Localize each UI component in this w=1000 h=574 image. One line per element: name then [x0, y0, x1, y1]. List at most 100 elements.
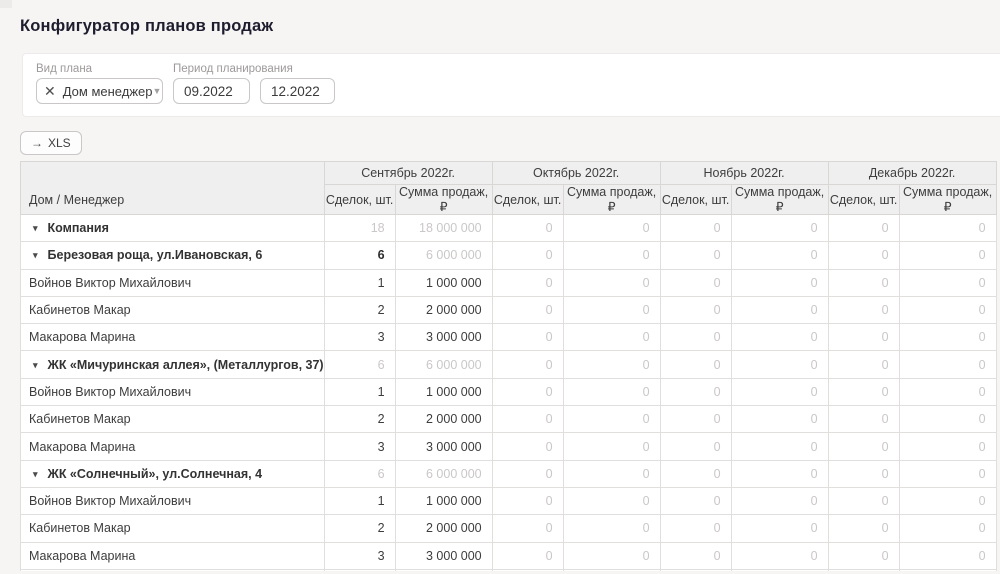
plan-cell[interactable]: 0: [899, 296, 996, 323]
plan-cell[interactable]: 0: [660, 296, 731, 323]
plan-cell[interactable]: 0: [563, 296, 660, 323]
plan-cell[interactable]: 0: [731, 433, 828, 460]
plan-cell[interactable]: 0: [660, 351, 731, 378]
plan-cell[interactable]: 0: [899, 242, 996, 269]
plan-cell[interactable]: 0: [563, 242, 660, 269]
plan-cell[interactable]: 0: [731, 515, 828, 542]
plan-cell[interactable]: 3 000 000: [395, 542, 492, 569]
plan-cell[interactable]: 0: [828, 296, 899, 323]
plan-cell[interactable]: 0: [492, 378, 563, 405]
plan-cell[interactable]: 0: [563, 515, 660, 542]
plan-cell[interactable]: 1: [324, 378, 395, 405]
plan-cell[interactable]: 6 000 000: [395, 242, 492, 269]
plan-cell[interactable]: 0: [731, 351, 828, 378]
plan-cell[interactable]: 2 000 000: [395, 406, 492, 433]
plan-cell[interactable]: 0: [660, 378, 731, 405]
plan-cell[interactable]: 1: [324, 269, 395, 296]
plan-cell[interactable]: 0: [731, 242, 828, 269]
plan-cell[interactable]: 0: [492, 433, 563, 460]
plan-cell[interactable]: 0: [563, 378, 660, 405]
plan-cell[interactable]: 0: [660, 515, 731, 542]
plan-cell[interactable]: 6: [324, 242, 395, 269]
plan-cell[interactable]: 0: [899, 515, 996, 542]
plan-cell[interactable]: 0: [731, 296, 828, 323]
plan-cell[interactable]: 0: [563, 433, 660, 460]
plan-cell[interactable]: 2: [324, 406, 395, 433]
plan-cell[interactable]: 0: [899, 215, 996, 242]
plan-cell[interactable]: 6: [324, 460, 395, 487]
plan-cell[interactable]: 0: [828, 378, 899, 405]
plan-cell[interactable]: 0: [731, 487, 828, 514]
plan-cell[interactable]: 0: [899, 269, 996, 296]
plan-cell[interactable]: 1: [324, 487, 395, 514]
plan-cell[interactable]: 0: [899, 378, 996, 405]
plan-cell[interactable]: 0: [660, 487, 731, 514]
plan-cell[interactable]: 0: [563, 542, 660, 569]
plan-cell[interactable]: 6 000 000: [395, 460, 492, 487]
export-xls-button[interactable]: → XLS: [20, 131, 82, 155]
plan-cell[interactable]: 0: [731, 269, 828, 296]
plan-cell[interactable]: 0: [660, 433, 731, 460]
plan-type-dropdown[interactable]: ✕ Дом менеджер ▼: [36, 78, 163, 104]
group-row-name[interactable]: ▾ЖК «Мичуринская аллея», (Металлургов, 3…: [21, 351, 325, 378]
plan-cell[interactable]: 3: [324, 542, 395, 569]
plan-cell[interactable]: 0: [731, 406, 828, 433]
plan-cell[interactable]: 0: [660, 542, 731, 569]
plan-cell[interactable]: 3 000 000: [395, 433, 492, 460]
group-row-name[interactable]: ▾ЖК «Солнечный», ул.Солнечная, 4: [21, 460, 325, 487]
collapse-caret-icon[interactable]: ▾: [33, 250, 38, 261]
plan-cell[interactable]: 0: [563, 351, 660, 378]
plan-cell[interactable]: 0: [492, 296, 563, 323]
plan-cell[interactable]: 0: [492, 542, 563, 569]
group-row-name[interactable]: ▾Березовая роща, ул.Ивановская, 6: [21, 242, 325, 269]
plan-cell[interactable]: 0: [731, 378, 828, 405]
plan-cell[interactable]: 3: [324, 324, 395, 351]
plan-cell[interactable]: 0: [492, 215, 563, 242]
plan-cell[interactable]: 0: [563, 460, 660, 487]
group-row-name[interactable]: ▾Компания: [21, 215, 325, 242]
plan-cell[interactable]: 0: [899, 324, 996, 351]
plan-cell[interactable]: 1 000 000: [395, 378, 492, 405]
plan-cell[interactable]: 0: [899, 406, 996, 433]
plan-cell[interactable]: 0: [828, 351, 899, 378]
plan-cell[interactable]: 0: [828, 487, 899, 514]
period-to-input[interactable]: [260, 78, 335, 104]
collapse-caret-icon[interactable]: ▾: [33, 223, 38, 234]
plan-cell[interactable]: 0: [828, 242, 899, 269]
plan-cell[interactable]: 0: [899, 433, 996, 460]
plan-cell[interactable]: 0: [492, 269, 563, 296]
plan-cell[interactable]: 0: [492, 242, 563, 269]
plan-cell[interactable]: 0: [828, 215, 899, 242]
plan-cell[interactable]: 6: [324, 351, 395, 378]
plan-cell[interactable]: 0: [899, 487, 996, 514]
plan-cell[interactable]: 0: [660, 406, 731, 433]
plan-cell[interactable]: 0: [492, 515, 563, 542]
chevron-down-icon[interactable]: ▼: [153, 86, 162, 96]
plan-cell[interactable]: 0: [899, 542, 996, 569]
plan-cell[interactable]: 0: [899, 460, 996, 487]
plan-cell[interactable]: 0: [828, 406, 899, 433]
plan-cell[interactable]: 0: [660, 460, 731, 487]
clear-icon[interactable]: ✕: [44, 84, 56, 98]
plan-cell[interactable]: 0: [731, 215, 828, 242]
plan-cell[interactable]: 0: [563, 487, 660, 514]
plan-cell[interactable]: 0: [828, 542, 899, 569]
plan-cell[interactable]: 0: [563, 215, 660, 242]
plan-cell[interactable]: 0: [660, 215, 731, 242]
plan-cell[interactable]: 18: [324, 215, 395, 242]
plan-cell[interactable]: 3: [324, 433, 395, 460]
plan-cell[interactable]: 3 000 000: [395, 324, 492, 351]
plan-cell[interactable]: 0: [492, 460, 563, 487]
plan-cell[interactable]: 0: [899, 351, 996, 378]
plan-cell[interactable]: 0: [660, 242, 731, 269]
plan-cell[interactable]: 6 000 000: [395, 351, 492, 378]
plan-cell[interactable]: 0: [828, 433, 899, 460]
plan-cell[interactable]: 1 000 000: [395, 487, 492, 514]
plan-cell[interactable]: 0: [828, 269, 899, 296]
plan-cell[interactable]: 2: [324, 296, 395, 323]
plan-cell[interactable]: 0: [492, 406, 563, 433]
collapse-caret-icon[interactable]: ▾: [33, 360, 38, 371]
collapse-caret-icon[interactable]: ▾: [33, 469, 38, 480]
plan-cell[interactable]: 0: [731, 542, 828, 569]
plan-cell[interactable]: 2 000 000: [395, 296, 492, 323]
